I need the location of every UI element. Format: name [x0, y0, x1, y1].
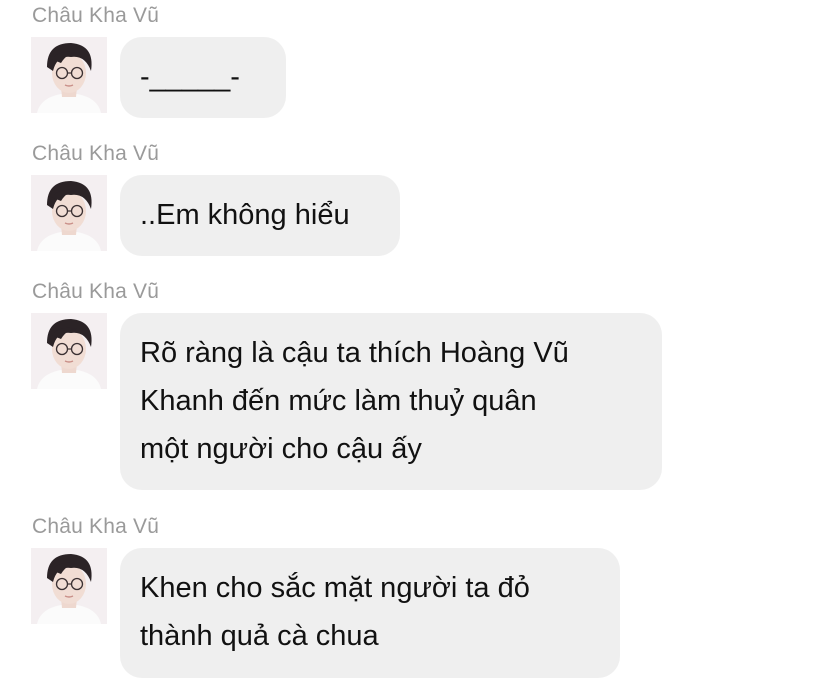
message-bubble[interactable]: -_____- [120, 37, 286, 118]
message-text-line: Khen cho sắc mặt người ta đỏ [140, 572, 530, 604]
message-text: ..Em không hiểu [140, 199, 350, 231]
avatar-image [31, 548, 107, 624]
message-bubble[interactable]: Khen cho sắc mặt người ta đỏ thành quả c… [120, 548, 620, 678]
avatar-image [31, 37, 107, 113]
sender-name: Châu Kha Vũ [32, 4, 160, 27]
message-bubble[interactable]: ..Em không hiểu [120, 175, 400, 256]
sender-name: Châu Kha Vũ [32, 515, 160, 538]
sender-name: Châu Kha Vũ [32, 142, 160, 165]
sender-name: Châu Kha Vũ [32, 280, 160, 303]
profile-photo-icon[interactable] [31, 313, 107, 389]
avatar-image [31, 313, 107, 389]
message-text-line: Khanh đến mức làm thuỷ quân [140, 385, 537, 417]
message-bubble[interactable]: Rõ ràng là cậu ta thích Hoàng Vũ Khanh đ… [120, 313, 662, 490]
message-text-line: Rõ ràng là cậu ta thích Hoàng Vũ [140, 337, 569, 369]
message-text-line: một người cho cậu ấy [140, 433, 422, 465]
profile-photo-icon[interactable] [31, 548, 107, 624]
message-text-line: thành quả cà chua [140, 620, 379, 652]
message-text: -_____- [140, 61, 240, 93]
avatar-image [31, 175, 107, 251]
chat-thread: Châu Kha Vũ -_____- Châu Kha Vũ ..Em khô… [0, 0, 828, 685]
profile-photo-icon[interactable] [31, 37, 107, 113]
profile-photo-icon[interactable] [31, 175, 107, 251]
